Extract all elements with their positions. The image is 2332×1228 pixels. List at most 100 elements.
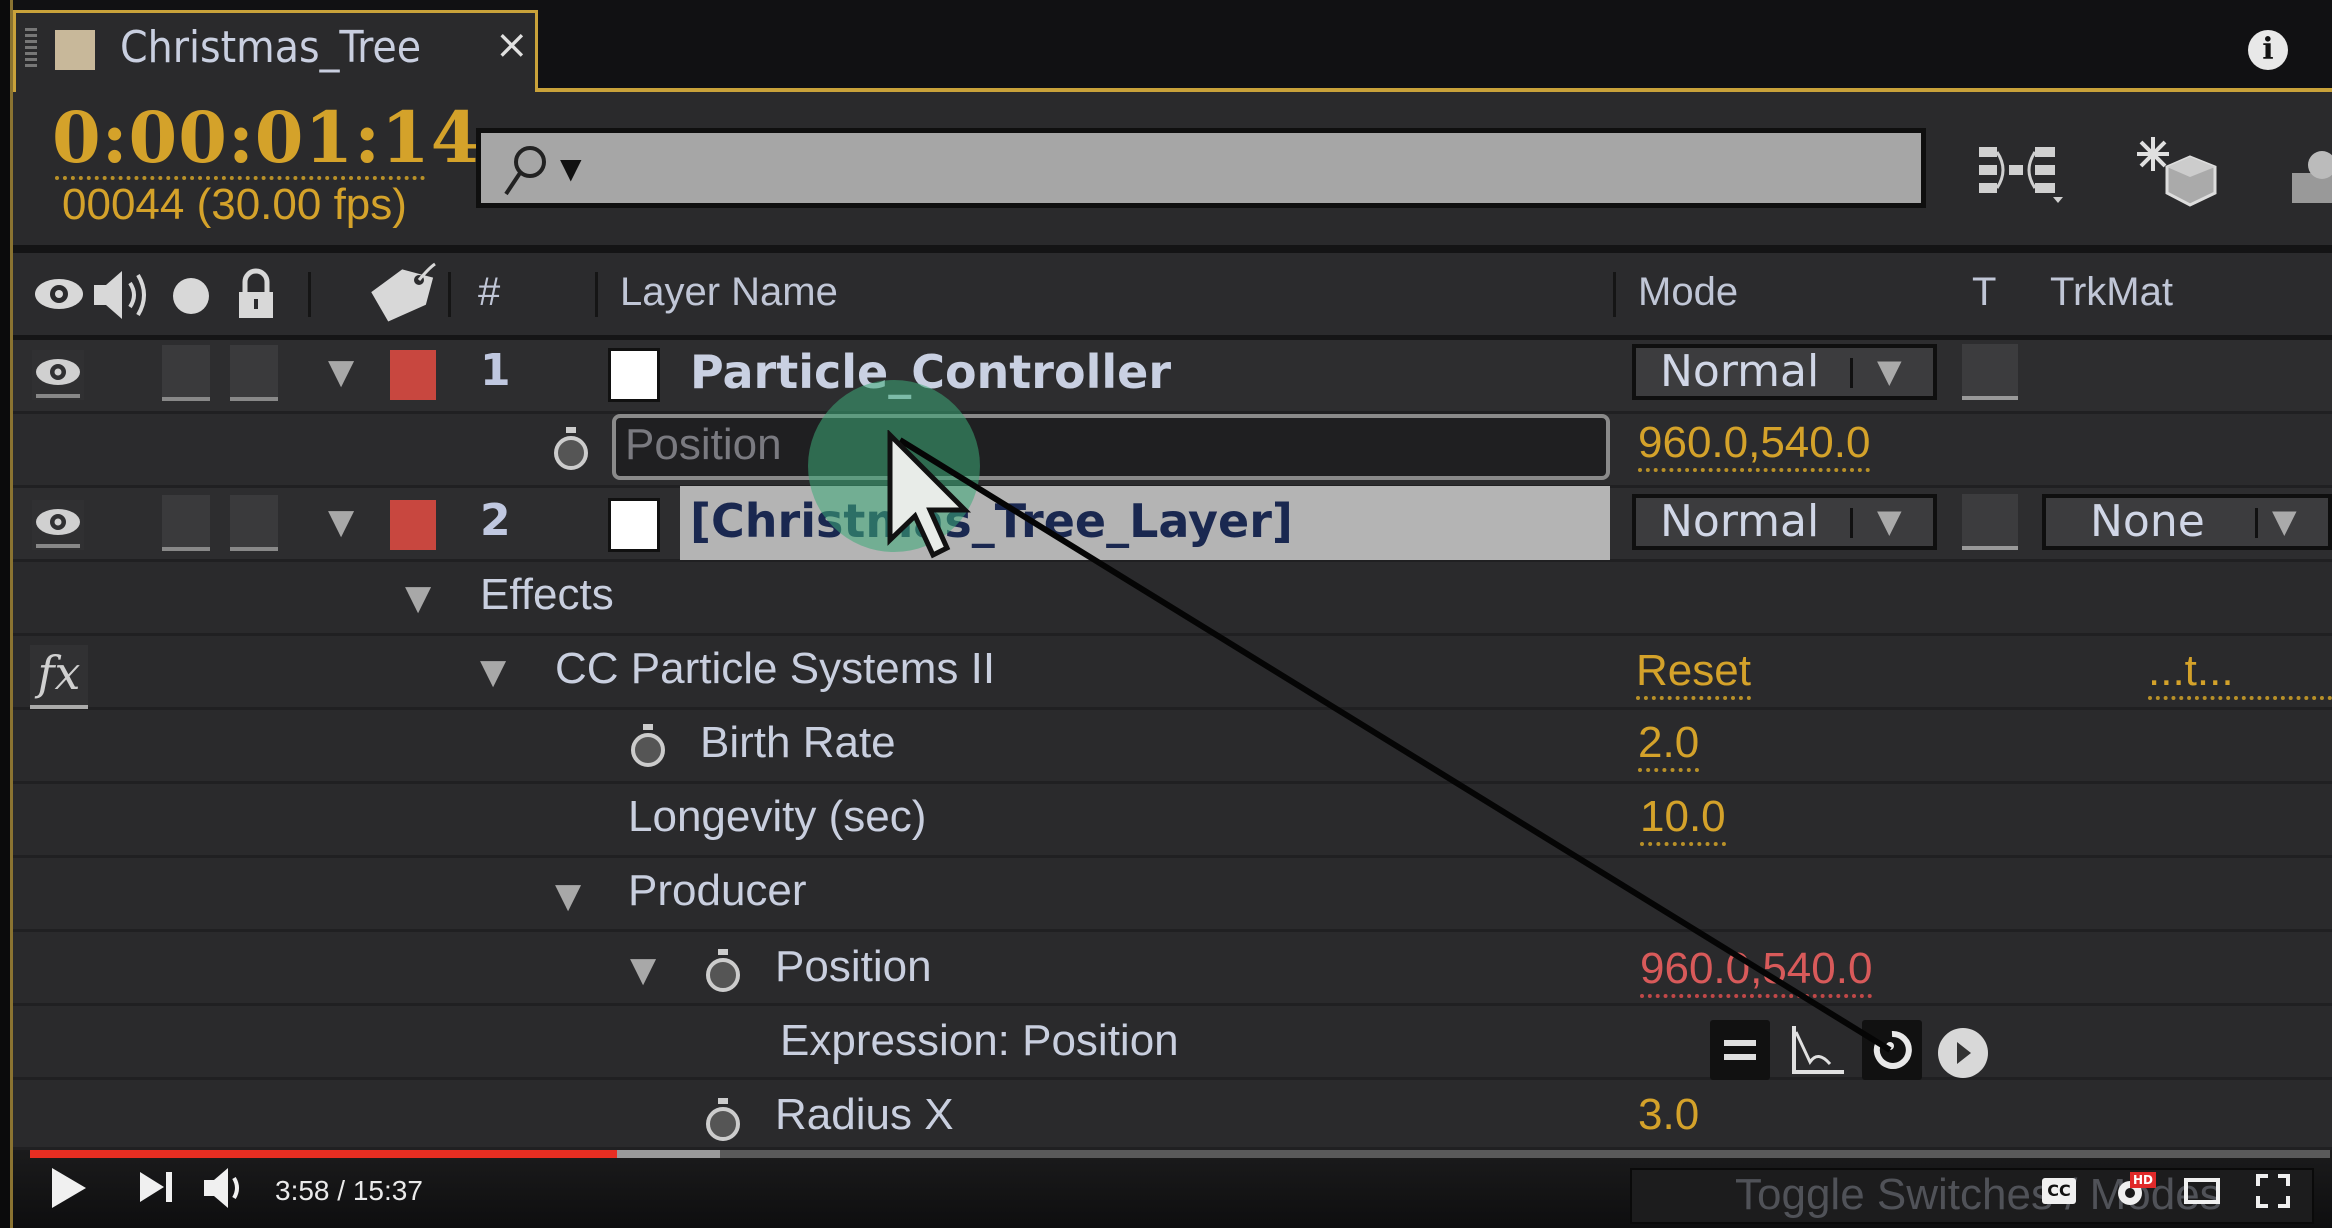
hide-shy-layers-icon[interactable] [2290,135,2332,210]
search-dropdown-arrow-icon[interactable]: ▼ [560,152,582,185]
effect-row[interactable] [13,636,2332,710]
eye-icon[interactable] [32,272,87,317]
layer-2-switch[interactable] [162,495,210,551]
search-icon[interactable] [500,140,550,200]
property-value-longevity[interactable]: 10.0 [1640,792,1726,846]
tab-bar-underline [538,88,2332,92]
effects-group-row[interactable] [13,562,2332,636]
fx-toggle-icon[interactable]: fx [30,645,88,709]
expression-label: Expression: Position [780,1016,1179,1065]
layer-1-index: 1 [480,345,511,396]
stopwatch-icon[interactable] [702,947,744,997]
layer-2-visibility-eye-icon[interactable] [32,500,84,550]
volume-icon[interactable] [200,1166,250,1210]
chevron-down-icon[interactable]: ▼ [2272,502,2297,540]
property-value-position[interactable]: 960.0,540.0 [1640,944,1873,998]
property-row-radius-x[interactable] [13,1080,2332,1150]
current-time-display[interactable]: 0:00:01:14 [52,96,480,179]
mouse-cursor-icon [887,430,972,559]
layer-2-preserve-transparency-toggle[interactable] [1962,494,2018,550]
dropdown-divider [1850,358,1853,388]
layer-2-label-color[interactable] [390,500,436,550]
dropdown-divider [1850,508,1853,538]
captions-icon[interactable]: CC [2042,1178,2076,1204]
graph-icon[interactable] [1788,1020,1848,1080]
property-label-birth-rate: Birth Rate [700,718,896,767]
layer-1-switch[interactable] [230,345,278,401]
layer-2-index: 2 [480,495,511,546]
layer-1-label-color[interactable] [390,350,436,400]
property-row-position[interactable] [13,932,2332,1006]
layer-1-expand-triangle-icon[interactable]: ▼ [328,352,354,392]
column-header-layer-name[interactable]: Layer Name [620,270,838,315]
property-value-birth-rate[interactable]: 2.0 [1638,718,1700,772]
info-icon[interactable]: i [2248,30,2288,70]
fullscreen-icon[interactable] [2256,1174,2290,1208]
stopwatch-icon[interactable] [550,425,592,475]
layer-search-input[interactable] [476,128,1926,208]
producer-expand-triangle-icon[interactable]: ▼ [555,876,581,916]
stopwatch-icon[interactable] [702,1096,744,1146]
effects-expand-triangle-icon[interactable]: ▼ [405,578,431,618]
column-divider [1613,272,1616,317]
draft-3d-icon[interactable] [2135,135,2225,210]
property-label-longevity: Longevity (sec) [628,792,927,841]
tag-icon[interactable] [365,262,440,327]
column-header-t[interactable]: T [1972,270,1996,315]
video-time-display: 3:58 / 15:37 [275,1175,423,1206]
layer-2-name[interactable]: [Christmas_Tree_Layer] [690,494,1293,548]
stopwatch-icon[interactable] [627,722,669,772]
column-header-number[interactable]: # [478,270,500,315]
property-row-longevity[interactable] [13,784,2332,858]
property-label-radius-x: Radius X [775,1090,954,1139]
speaker-icon[interactable] [90,265,152,325]
frame-count-display: 00044 (30.00 fps) [62,180,407,229]
composition-swatch-icon [55,30,95,70]
layer-1-position-value[interactable]: 960.0,540.0 [1638,418,1871,472]
composition-tab-title[interactable]: Christmas_Tree [120,22,421,73]
pick-whip-icon[interactable] [1862,1020,1922,1080]
effect-name[interactable]: CC Particle Systems II [555,644,995,694]
layer-2-expand-triangle-icon[interactable]: ▼ [328,502,354,542]
chevron-down-icon[interactable]: ▼ [1877,352,1902,390]
effect-about-link[interactable]: ...t... [2148,646,2332,700]
effect-reset-link[interactable]: Reset [1636,646,1751,700]
tab-grip-handle[interactable] [25,28,37,68]
expression-language-menu-icon[interactable] [1938,1028,1988,1078]
property-value-radius-x[interactable]: 3.0 [1638,1090,1699,1140]
layer-2-switch[interactable] [230,495,278,551]
layer-1-position-label[interactable]: Position [625,420,782,470]
position-expand-triangle-icon[interactable]: ▼ [630,950,656,990]
chevron-down-icon[interactable]: ▼ [1877,502,1902,540]
hd-badge: HD [2130,1172,2156,1188]
effect-expand-triangle-icon[interactable]: ▼ [480,652,506,692]
enable-expression-icon[interactable] [1710,1020,1770,1080]
layer-1-visibility-eye-icon[interactable] [32,350,84,400]
column-divider [448,272,451,317]
layer-1-mode-value[interactable]: Normal [1660,346,1819,397]
property-row-birth-rate[interactable] [13,710,2332,784]
solo-dot-icon[interactable] [173,278,209,314]
play-icon[interactable] [52,1168,86,1208]
tab-close-button[interactable]: × [495,22,529,68]
next-video-icon[interactable] [140,1172,164,1202]
layer-1-preserve-transparency-toggle[interactable] [1962,344,2018,400]
column-divider [595,272,598,317]
layer-1-source-icon [608,348,660,402]
layer-2-trkmat-value[interactable]: None [2090,496,2205,547]
layer-1-switch[interactable] [162,345,210,401]
composition-flowchart-icon[interactable] [1975,135,2065,210]
property-group-producer[interactable] [13,858,2332,932]
property-group-label-producer[interactable]: Producer [628,866,807,916]
video-progress-played [30,1150,617,1158]
theater-mode-icon[interactable] [2184,1178,2220,1204]
dropdown-divider [2255,508,2258,538]
property-label-position: Position [775,942,932,991]
next-video-bar [166,1172,172,1202]
effects-group-label[interactable]: Effects [480,570,614,620]
column-header-trkmat[interactable]: TrkMat [2050,270,2173,315]
lock-icon[interactable] [235,268,277,320]
layer-2-source-icon [608,498,660,552]
column-header-mode[interactable]: Mode [1638,270,1738,315]
layer-2-mode-value[interactable]: Normal [1660,496,1819,547]
